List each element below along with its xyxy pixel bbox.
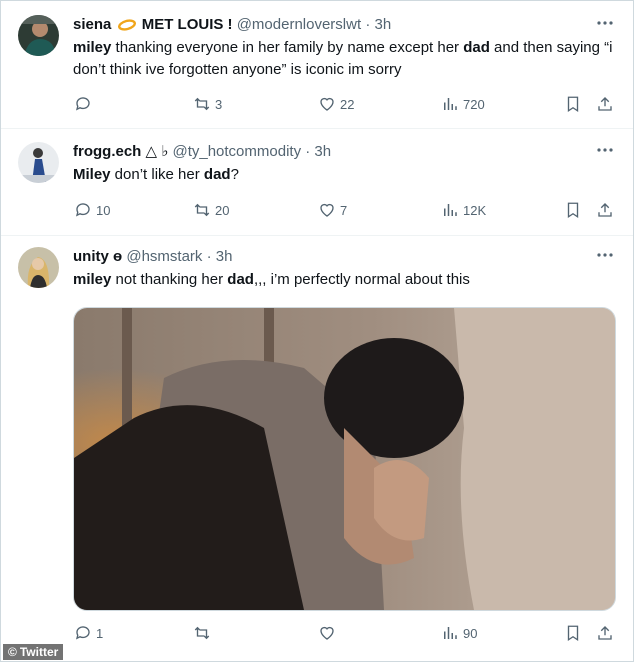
tweet-actions: 10 20 7 12K: [1, 199, 633, 221]
display-name[interactable]: frogg.ech: [73, 143, 141, 160]
views-button[interactable]: 90: [441, 622, 477, 644]
reply-count: 10: [96, 202, 111, 218]
reply-icon: [75, 97, 90, 111]
text-segment: thanking everyone in her family by name …: [111, 39, 464, 56]
bookmark-icon: [567, 96, 579, 113]
like-count: 7: [340, 202, 348, 218]
watermark-label: Twitter: [19, 645, 59, 659]
text-segment: ,,, i’m perfectly normal about this: [253, 271, 470, 288]
retweet-count: 20: [215, 202, 230, 218]
tweet-siena[interactable]: siena MET LOUIS ! @modernloverslwt · 3h …: [1, 1, 633, 129]
bookmark-button[interactable]: [564, 199, 582, 221]
reply-button[interactable]: [74, 93, 96, 115]
tweet-text: miley not thanking her dad,,, i’m perfec…: [73, 269, 619, 291]
more-options-icon[interactable]: [595, 13, 615, 33]
view-count: 720: [463, 96, 485, 112]
retweet-button[interactable]: [193, 622, 215, 644]
retweet-icon: [194, 97, 210, 111]
reply-icon: [75, 203, 90, 217]
user-handle[interactable]: @ty_hotcommodity: [172, 143, 301, 160]
text-segment: not thanking her: [111, 271, 228, 288]
tweet-actions: 1 90: [1, 622, 633, 644]
highlight-miley: miley: [73, 39, 112, 56]
share-button[interactable]: [596, 199, 614, 221]
twitter-replies-panel: siena MET LOUIS ! @modernloverslwt · 3h …: [0, 0, 634, 662]
more-options-icon[interactable]: [595, 140, 615, 160]
avatar[interactable]: [18, 142, 59, 183]
retweet-icon: [194, 203, 210, 217]
heart-icon: [320, 203, 334, 217]
bookmark-button[interactable]: [564, 93, 582, 115]
more-options-icon[interactable]: [595, 245, 615, 265]
bookmark-icon: [567, 625, 579, 642]
share-icon: [598, 203, 612, 217]
tweet-text: miley thanking everyone in her family by…: [73, 37, 619, 81]
like-count: 22: [340, 96, 355, 112]
like-button[interactable]: 22: [318, 93, 354, 115]
views-button[interactable]: 720: [441, 93, 485, 115]
tweet-media-video-still[interactable]: [73, 307, 616, 611]
retweet-icon: [194, 626, 210, 640]
highlight-miley: Miley: [73, 166, 111, 183]
share-icon: [598, 626, 612, 640]
like-button[interactable]: 7: [318, 199, 347, 221]
timestamp[interactable]: 3h: [216, 248, 233, 265]
analytics-icon: [444, 204, 457, 216]
retweet-count: 3: [215, 96, 223, 112]
separator-dot: ·: [305, 143, 311, 160]
highlight-dad: dad: [203, 166, 231, 183]
share-button[interactable]: [596, 93, 614, 115]
views-button[interactable]: 12K: [441, 199, 486, 221]
heart-icon: [320, 97, 334, 111]
reply-count: 1: [96, 625, 104, 641]
avatar[interactable]: [18, 15, 59, 56]
share-button[interactable]: [596, 622, 614, 644]
timestamp[interactable]: 3h: [314, 143, 331, 160]
display-name[interactable]: siena: [73, 16, 111, 33]
view-count: 12K: [463, 202, 487, 218]
display-name[interactable]: unity: [73, 248, 109, 265]
view-count: 90: [463, 625, 478, 641]
copyright-icon: ©: [8, 645, 17, 659]
user-handle[interactable]: @modernloverslwt: [237, 16, 361, 33]
share-icon: [598, 97, 612, 111]
retweet-button[interactable]: 20: [193, 199, 229, 221]
tweet-unity[interactable]: unity ɵ @hsmstark · 3h miley not thankin…: [1, 235, 633, 661]
reply-button[interactable]: 10: [74, 199, 110, 221]
timestamp[interactable]: 3h: [374, 16, 391, 33]
heart-icon: [320, 626, 334, 640]
orange-badge-icon: [117, 17, 136, 37]
text-segment: don’t like her: [110, 166, 204, 183]
user-handle[interactable]: @hsmstark: [126, 248, 202, 265]
tweet-froggech[interactable]: frogg.ech △ ♭ @ty_hotcommodity · 3h Mile…: [1, 128, 633, 236]
reply-button[interactable]: 1: [74, 622, 103, 644]
analytics-icon: [444, 98, 457, 110]
tweet-actions: 3 22 720: [1, 93, 633, 115]
separator-dot: ·: [206, 248, 212, 265]
avatar[interactable]: [18, 247, 59, 288]
text-segment: ?: [230, 166, 239, 183]
highlight-dad: dad: [227, 271, 254, 288]
display-name-suffix: ɵ: [113, 248, 123, 265]
retweet-button[interactable]: 3: [193, 93, 222, 115]
highlight-dad: dad: [463, 39, 490, 56]
reply-icon: [75, 626, 90, 640]
tweet-header: siena MET LOUIS ! @modernloverslwt · 3h: [73, 15, 619, 35]
separator-dot: ·: [365, 16, 371, 33]
display-name-suffix: △ ♭: [145, 143, 169, 160]
tweet-header: unity ɵ @hsmstark · 3h: [73, 247, 619, 267]
bookmark-icon: [567, 202, 579, 219]
highlight-miley: miley: [73, 271, 112, 288]
tweet-header: frogg.ech △ ♭ @ty_hotcommodity · 3h: [73, 142, 619, 162]
like-button[interactable]: [318, 622, 340, 644]
tweet-text: Miley don’t like her dad?: [73, 164, 619, 186]
source-watermark: © Twitter: [3, 644, 64, 660]
display-name-suffix: MET LOUIS !: [141, 16, 233, 33]
bookmark-button[interactable]: [564, 622, 582, 644]
analytics-icon: [444, 627, 457, 639]
